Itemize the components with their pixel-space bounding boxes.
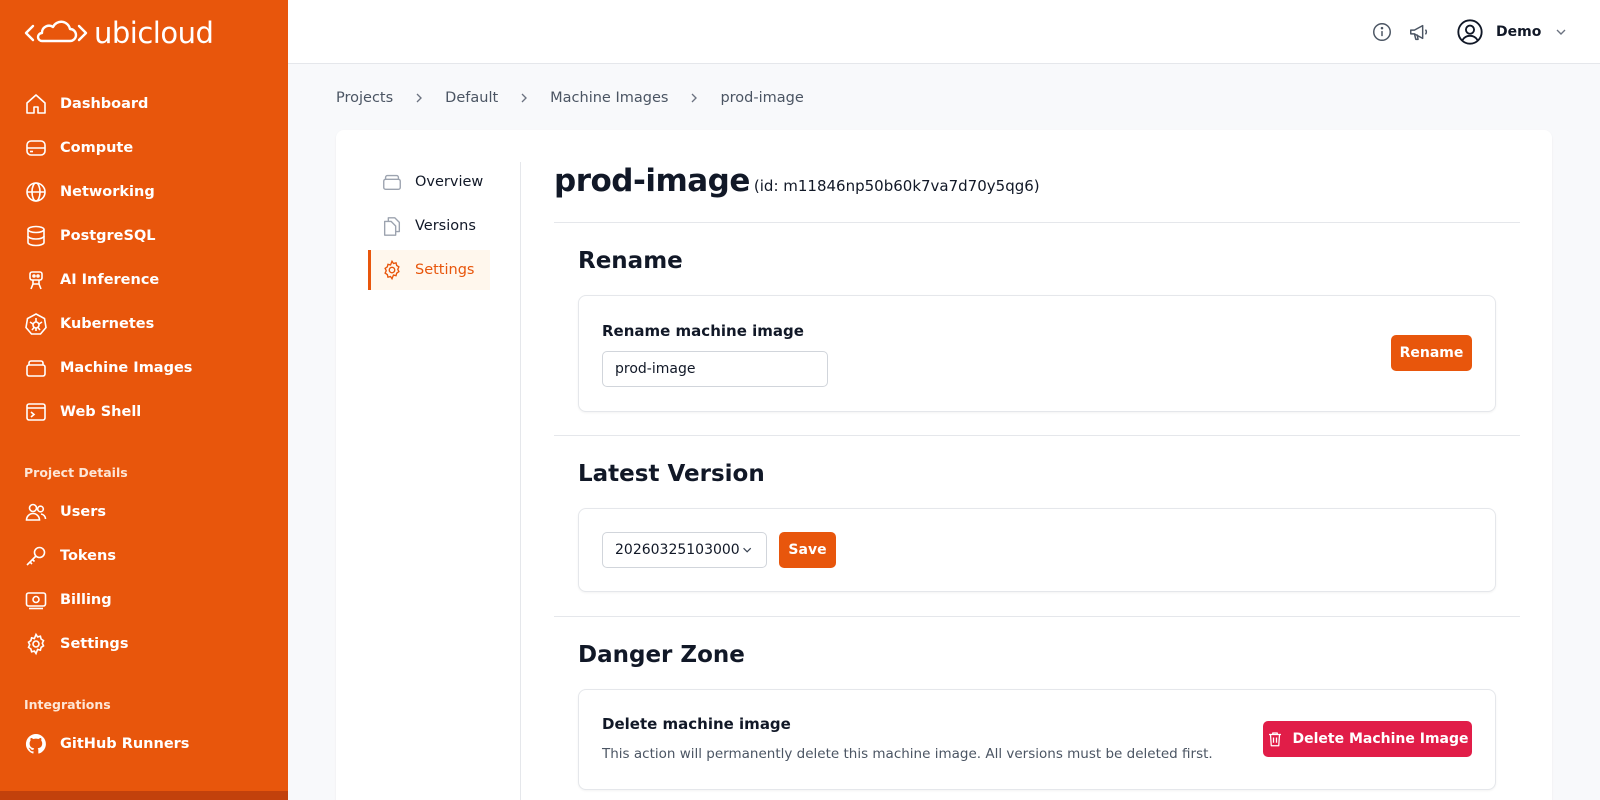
kubernetes-icon [25, 313, 47, 335]
page-title: prod-image (id: m11846np50b60k7va7d70y5q… [554, 163, 1040, 199]
database-icon [27, 225, 45, 247]
sidebar: ubicloud Dashboard Compute Networking Po… [0, 0, 288, 800]
sidebar-item-label: GitHub Runners [60, 736, 190, 752]
server-icon [26, 140, 46, 156]
sidebar-item-dashboard[interactable]: Dashboard [24, 90, 148, 118]
ubicloud-logo-icon [24, 20, 88, 43]
terminal-icon [26, 403, 46, 421]
rename-input[interactable] [602, 351, 828, 387]
breadcrumb-current[interactable]: prod-image [720, 90, 803, 106]
sidebar-item-label: Billing [60, 592, 112, 608]
version-select[interactable]: 20260325103000 [602, 532, 767, 568]
subnav-label: Versions [415, 218, 476, 234]
sidebar-item-label: PostgreSQL [60, 228, 156, 244]
key-icon [26, 546, 46, 566]
sidebar-item-label: Kubernetes [60, 316, 155, 332]
latest-version-heading: Latest Version [578, 461, 765, 487]
danger-zone-heading: Danger Zone [578, 642, 745, 668]
sidebar-item-label: Tokens [60, 548, 116, 564]
breadcrumb: Projects Default Machine Images prod-ima… [336, 87, 804, 109]
sidebar-item-label: Machine Images [60, 360, 193, 376]
sidebar-item-settings[interactable]: Settings [24, 630, 128, 658]
trash-icon [1269, 732, 1282, 747]
delete-button-label: Delete Machine Image [1292, 731, 1469, 747]
sidebar-item-github-runners[interactable]: GitHub Runners [24, 730, 189, 758]
sidebar-item-users[interactable]: Users [24, 498, 106, 526]
page-title-text: prod-image [554, 163, 750, 199]
user-menu[interactable]: Demo [1456, 18, 1569, 46]
ubicloud-logo[interactable]: ubicloud [24, 16, 214, 50]
documents-icon [383, 217, 401, 236]
sidebar-item-postgresql[interactable]: PostgreSQL [24, 222, 156, 250]
users-icon [25, 503, 47, 521]
project-details-heading: Project Details [24, 465, 128, 480]
megaphone-icon[interactable] [1408, 21, 1430, 43]
version-select-value: 20260325103000 [615, 542, 740, 558]
stack-icon [26, 360, 46, 377]
rename-heading: Rename [578, 248, 683, 274]
integrations-heading: Integrations [24, 697, 111, 712]
sidebar-item-label: AI Inference [60, 272, 160, 288]
chevron-down-icon [742, 547, 751, 553]
sidebar-item-label: Networking [60, 184, 155, 200]
globe-icon [26, 182, 46, 202]
sidebar-item-label: Settings [60, 636, 129, 652]
breadcrumb-default[interactable]: Default [445, 90, 498, 106]
save-button[interactable]: Save [779, 532, 836, 568]
banknote-icon [25, 592, 47, 610]
subnav-divider [520, 162, 521, 800]
delete-help-text: This action will permanently delete this… [602, 746, 1213, 762]
sidebar-footer [0, 791, 288, 800]
user-avatar-icon [1457, 19, 1483, 45]
breadcrumb-projects[interactable]: Projects [336, 90, 393, 106]
delete-label: Delete machine image [602, 715, 791, 733]
brand-name: ubicloud [94, 16, 214, 50]
home-icon [26, 94, 46, 114]
gear-icon [27, 632, 45, 656]
github-icon [25, 733, 46, 754]
topbar [288, 0, 1600, 64]
divider [554, 222, 1520, 223]
sidebar-item-billing[interactable]: Billing [24, 586, 112, 614]
sidebar-item-label: Compute [60, 140, 134, 156]
resource-id: (id: m11846np50b60k7va7d70y5qg6) [753, 177, 1040, 195]
delete-machine-image-button[interactable]: Delete Machine Image [1263, 721, 1472, 757]
sidebar-item-compute[interactable]: Compute [24, 134, 133, 162]
gear-icon [384, 259, 400, 281]
chevron-down-icon [1556, 29, 1566, 35]
robot-icon [29, 271, 43, 290]
info-icon[interactable] [1371, 21, 1393, 43]
divider [554, 616, 1520, 617]
chevron-right-icon [691, 93, 698, 103]
sidebar-item-label: Web Shell [60, 404, 142, 420]
stack-icon [383, 174, 401, 191]
sidebar-item-kubernetes[interactable]: Kubernetes [24, 310, 154, 338]
sidebar-item-machine-images[interactable]: Machine Images [24, 354, 192, 382]
subnav-overview[interactable]: Overview [368, 162, 490, 202]
sidebar-item-networking[interactable]: Networking [24, 178, 155, 206]
sidebar-item-ai-inference[interactable]: AI Inference [24, 266, 159, 294]
breadcrumb-machine-images[interactable]: Machine Images [550, 90, 668, 106]
subnav-label: Overview [415, 174, 484, 190]
sidebar-item-tokens[interactable]: Tokens [24, 542, 116, 570]
chevron-right-icon [416, 93, 423, 103]
rename-button[interactable]: Rename [1391, 335, 1472, 371]
sidebar-item-web-shell[interactable]: Web Shell [24, 398, 141, 426]
sidebar-item-label: Dashboard [60, 96, 149, 112]
rename-label: Rename machine image [602, 322, 804, 340]
sidebar-item-label: Users [60, 504, 107, 520]
divider [554, 435, 1520, 436]
user-name: Demo [1496, 24, 1542, 40]
subnav-settings[interactable]: Settings [368, 250, 490, 290]
subnav-label: Settings [415, 262, 475, 278]
chevron-right-icon [521, 93, 528, 103]
subnav-versions[interactable]: Versions [368, 206, 490, 246]
